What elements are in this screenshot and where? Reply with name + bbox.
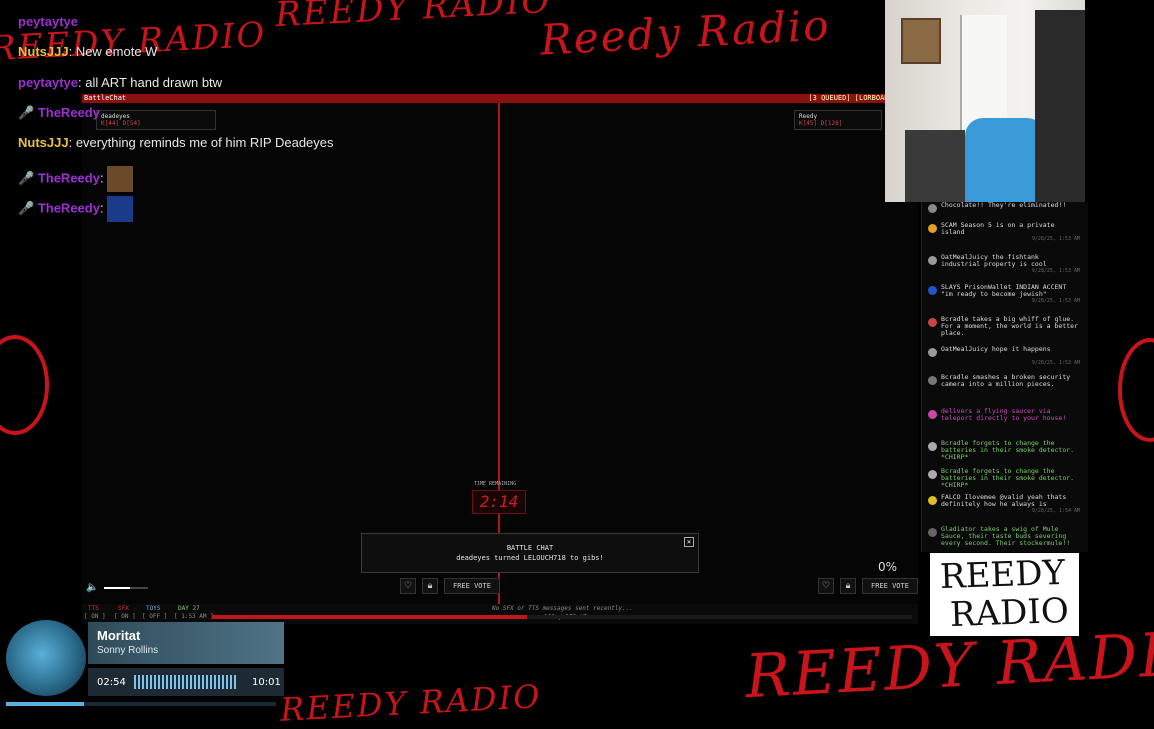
feed-item-timestamp: 9/28/25, 1:53 AM	[1031, 360, 1080, 366]
player-stats: K[45] D[128]	[799, 120, 843, 127]
event-feed: Chocolate!! They're eliminated!! SCAM Sea…	[921, 202, 1088, 552]
waveform	[134, 675, 238, 689]
feed-item-icon	[928, 204, 937, 213]
sfx-state[interactable]: [ ON ]	[114, 613, 136, 620]
album-art	[6, 620, 86, 696]
free-vote-button-right[interactable]: FREE VOTE	[862, 578, 918, 594]
emote-image	[107, 196, 134, 222]
feed-item-icon	[928, 256, 937, 265]
heart-icon[interactable]: ♡	[818, 578, 834, 594]
battlechat-panel: BattleChat [3 QUEUED] [LORBOARD] [QUE de…	[82, 94, 918, 624]
scrawl-circle-left	[0, 335, 49, 435]
feed-item-text: SLAYS PrisonWallet INDIAN ACCENT "im rea…	[941, 283, 1067, 298]
feed-item-icon	[928, 528, 937, 537]
feed-item-timestamp: 9/28/25, 1:54 AM	[1031, 508, 1080, 514]
feed-item-icon	[928, 286, 937, 295]
scrawl-bottom-mid: REEDY RADIO	[279, 677, 543, 729]
toys-label: TOYS	[146, 605, 161, 612]
feed-item-icon	[928, 442, 937, 451]
feed-item-icon	[928, 470, 937, 479]
battle-notification: BATTLE CHAT deadeyes turned LELOUCH718 t…	[361, 533, 699, 573]
track-title: Moritat	[97, 628, 141, 643]
player-name: Reedy	[799, 113, 818, 120]
person-shirt	[965, 118, 1045, 202]
chat-line: peytaytye	[18, 14, 78, 29]
music-progress-track	[6, 702, 276, 706]
feed-item-icon	[928, 496, 937, 505]
reedy-radio-logo: REEDY RADIO	[930, 553, 1079, 636]
feed-item-icon	[928, 224, 937, 233]
chat-line: 🎤 TheReedy	[18, 105, 100, 120]
lock-icon[interactable]: 🔒︎	[840, 578, 856, 594]
status-bar: TTS [ ON ] SFX [ ON ] TOYS [ OFF ] DAY 2…	[82, 604, 918, 624]
feed-item-text: OatMealJuicy hope it happens	[941, 345, 1051, 353]
day-label: DAY 27	[178, 605, 200, 612]
heart-icon[interactable]: ♡	[400, 578, 416, 594]
feed-item-text: Bcradle smashes a broken security camera…	[941, 373, 1071, 388]
sfx-label: SFX	[118, 605, 129, 612]
feed-item-text: Bcradle forgets to change the batteries …	[941, 467, 1075, 489]
close-icon[interactable]: ×	[684, 537, 694, 547]
scrawl-circle-right	[1118, 338, 1154, 442]
sfx-notice: No SFX or TTS messages sent recently...	[492, 605, 633, 612]
volume-icon[interactable]: 🔈	[86, 582, 98, 593]
panel-title-bar: BattleChat [3 QUEUED] [LORBOARD] [QUE	[82, 94, 918, 103]
timer-value: 2:14	[472, 490, 526, 514]
tts-label: TTS	[88, 605, 99, 612]
feed-item-text: Gladiator takes a swig of Mule Sauce, th…	[941, 525, 1071, 547]
free-vote-button-left[interactable]: FREE VOTE	[444, 578, 500, 594]
scrawl-top-mid: REEDY RADIO	[274, 0, 553, 36]
track-artist: Sonny Rollins	[97, 645, 159, 656]
feed-item-timestamp: 9/28/25, 1:53 AM	[1031, 298, 1080, 304]
feed-item-text: Bcradle takes a big whiff of glue. For a…	[941, 315, 1078, 337]
elapsed-time: 02:54	[97, 677, 126, 688]
feed-item-icon	[928, 348, 937, 357]
emote-image	[107, 166, 134, 192]
player-card-left: deadeyes K[44] D[54]	[96, 110, 216, 130]
feed-item-icon	[928, 318, 937, 327]
chat-line: NutsJJJ: everything reminds me of him RI…	[18, 135, 334, 150]
battle-title: BATTLE CHAT	[506, 544, 554, 552]
feed-item-icon	[928, 410, 937, 419]
lock-icon[interactable]: 🔒︎	[422, 578, 438, 594]
player-name: deadeyes	[101, 113, 130, 120]
panel-title: BattleChat	[84, 94, 127, 102]
webcam-feed	[885, 0, 1085, 202]
xp-track	[212, 615, 912, 619]
tts-state[interactable]: [ ON ]	[84, 613, 106, 620]
chat-line: 🎤 TheReedy:	[18, 196, 134, 222]
clock-label: [ 1:53 AM ]	[174, 613, 214, 620]
logo-line1: REEDY	[939, 553, 1066, 598]
music-player: Moritat Sonny Rollins 02:54 10:01	[88, 622, 284, 696]
percent-readout: 0%	[878, 560, 898, 574]
player-card-right: Reedy K[45] D[128]	[794, 110, 882, 130]
total-time: 10:01	[252, 677, 281, 688]
volume-slider[interactable]	[104, 587, 148, 589]
feed-item-timestamp: 9/28/25, 1:53 AM	[1031, 268, 1080, 274]
feed-item-text: SCAM Season 5 is on a private island	[941, 221, 1055, 236]
timer-label: TIME REMAINING	[474, 481, 517, 487]
battle-message: deadeyes turned LELOUCH718 to gibs!	[456, 554, 604, 562]
chat-line: NutsJJJ: New emote W	[18, 44, 158, 59]
feed-item-text: Bcradle forgets to change the batteries …	[941, 439, 1075, 461]
logo-line2: RADIO	[949, 590, 1070, 636]
feed-item-text: Chocolate!! They're eliminated!!	[941, 201, 1067, 209]
picture-frame	[901, 18, 941, 64]
chat-line: peytaytye: all ART hand drawn btw	[18, 75, 223, 90]
feed-item-timestamp: 9/28/25, 1:53 AM	[1031, 236, 1080, 242]
chair	[905, 130, 965, 202]
feed-item-text: OatMealJuicy the fishtank industrial pro…	[941, 253, 1047, 268]
scrawl-top-right: Reedy Radio	[538, 0, 832, 65]
wardrobe	[1035, 10, 1085, 202]
feed-item-icon	[928, 376, 937, 385]
toys-state[interactable]: [ OFF ]	[142, 613, 167, 620]
feed-item-text: delivers a flying saucer via teleport di…	[941, 407, 1067, 422]
player-stats: K[44] D[54]	[101, 120, 141, 127]
chat-line: 🎤 TheReedy:	[18, 166, 134, 192]
feed-item-text: FALCO Ilovemee @valid yeah thats definit…	[941, 493, 1067, 508]
